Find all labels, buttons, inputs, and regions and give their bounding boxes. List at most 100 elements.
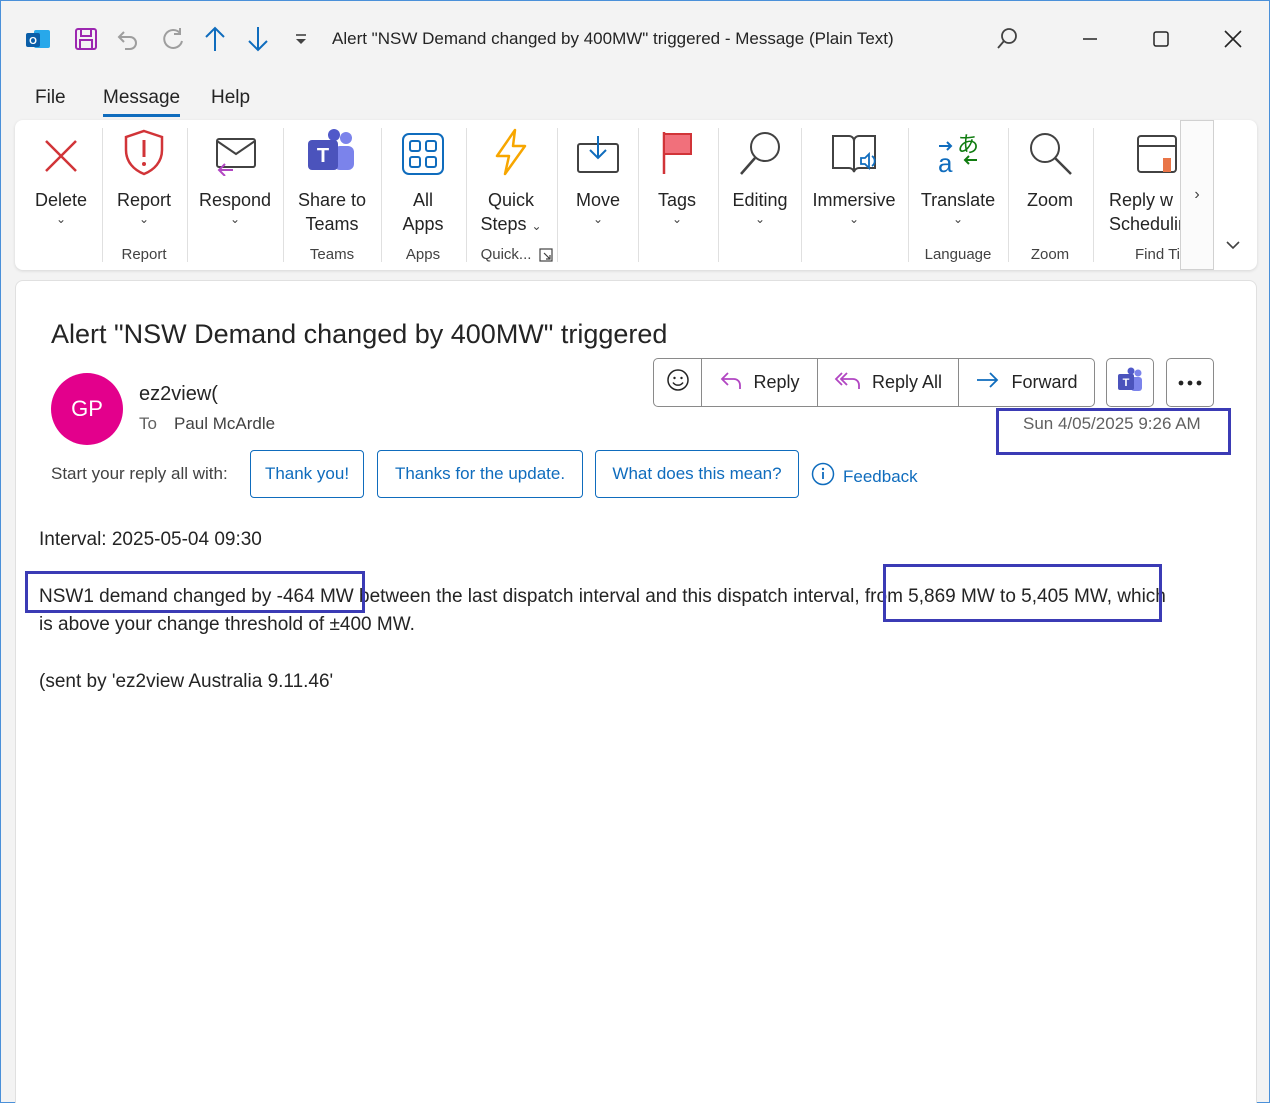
dialog-launcher-icon[interactable] <box>539 248 553 267</box>
info-icon <box>811 462 835 491</box>
forward-icon <box>975 370 1001 395</box>
chevron-down-icon: ⌄ <box>55 212 67 226</box>
reply-all-icon <box>834 369 862 396</box>
undo-icon[interactable] <box>112 21 144 57</box>
chevron-down-icon: ⌄ <box>952 212 964 226</box>
reply-all-label: Reply All <box>871 372 943 392</box>
message-subject: Alert "NSW Demand changed by 400MW" trig… <box>51 319 668 349</box>
lightning-icon <box>491 128 531 182</box>
feedback-label: Feedback <box>843 466 918 486</box>
share-to-teams-label-1: Share to <box>297 190 367 210</box>
reading-pane: Alert "NSW Demand changed by 400MW" trig… <box>15 280 1257 1103</box>
body-between-text: between the last dispatch interval and t… <box>353 586 865 607</box>
svg-text:あ: あ <box>957 133 979 158</box>
tab-file[interactable]: File <box>35 87 66 114</box>
quick-steps-label-2: Steps <box>480 214 527 234</box>
translate-label: Translate <box>920 190 996 210</box>
svg-text:O: O <box>29 36 37 47</box>
report-button[interactable]: Report ⌄ <box>111 128 177 226</box>
outlook-message-window: O Alert "NSW Demand changed by 400MW" tr… <box>0 0 1270 1103</box>
search-icon[interactable] <box>984 17 1030 61</box>
chevron-down-icon: ⌄ <box>754 212 766 226</box>
previous-item-icon[interactable] <box>199 21 231 57</box>
group-quick-steps: Quick... <box>480 246 532 263</box>
title-bar: O Alert "NSW Demand changed by 400MW" tr… <box>1 1 1269 77</box>
chevron-down-icon: ⌄ <box>531 219 542 233</box>
immersive-label: Immersive <box>812 190 896 210</box>
suggested-replies-label: Start your reply all with: <box>51 464 228 483</box>
redo-icon[interactable] <box>157 21 189 57</box>
group-apps: Apps <box>405 246 441 263</box>
recipient-name[interactable]: Paul McArdle <box>174 414 275 434</box>
ribbon: Delete ⌄ Report ⌄ Report Respond ⌄ T Sha… <box>15 120 1257 270</box>
maximize-button[interactable] <box>1138 17 1184 61</box>
reply-label: Reply <box>753 372 800 392</box>
delete-button[interactable]: Delete ⌄ <box>27 128 95 226</box>
tab-message[interactable]: Message <box>103 87 181 117</box>
share-to-teams-button[interactable]: T Share to Teams <box>291 128 373 236</box>
chevron-down-icon: ⌄ <box>138 212 150 226</box>
outlook-icon: O <box>22 21 54 57</box>
group-teams: Teams <box>309 246 355 263</box>
share-to-teams-small-button[interactable]: T <box>1106 358 1154 407</box>
translate-button[interactable]: aあ Translate ⌄ <box>915 128 1001 226</box>
suggested-reply-thanks-for-update[interactable]: Thanks for the update. <box>377 450 583 498</box>
all-apps-button[interactable]: All Apps <box>389 128 457 236</box>
move-button[interactable]: Move ⌄ <box>563 128 633 226</box>
envelope-reply-icon <box>211 134 259 182</box>
suggested-reply-what-does-this-mean[interactable]: What does this mean? <box>595 450 799 498</box>
editing-button[interactable]: Editing ⌄ <box>725 128 795 226</box>
tags-button[interactable]: Tags ⌄ <box>646 128 708 226</box>
reaction-button[interactable] <box>654 359 702 406</box>
chevron-down-icon <box>1225 238 1241 255</box>
teams-icon: T <box>1116 367 1144 398</box>
zoom-label: Zoom <box>1026 190 1073 210</box>
body-line-2: is above your change threshold of ±400 M… <box>39 614 415 635</box>
reply-icon <box>719 369 743 396</box>
editing-search-icon <box>737 130 783 182</box>
save-icon[interactable] <box>70 21 102 57</box>
feedback-link[interactable]: Feedback <box>811 462 918 491</box>
translate-icon: aあ <box>935 130 981 182</box>
minimize-button[interactable] <box>1067 17 1113 61</box>
immersive-reader-icon <box>829 132 879 182</box>
group-find-time: Find Ti <box>1135 246 1181 263</box>
delete-label: Delete <box>34 190 88 210</box>
body-sent-by: (sent by 'ez2view Australia 9.11.46' <box>39 671 334 692</box>
more-icon <box>1177 374 1203 392</box>
immersive-reader-button[interactable]: Immersive ⌄ <box>808 128 900 226</box>
editing-label: Editing <box>732 190 788 210</box>
tab-help[interactable]: Help <box>211 87 250 114</box>
close-button[interactable] <box>1210 17 1256 61</box>
highlight-box-from-to <box>883 564 1162 622</box>
reply-scheduling-label-2: Schedulin <box>1109 214 1185 234</box>
zoom-button[interactable]: Zoom <box>1015 128 1085 212</box>
move-folder-icon <box>575 134 621 182</box>
ribbon-expand-button[interactable] <box>1225 238 1241 256</box>
ribbon-scroll-right-button[interactable]: › <box>1180 120 1214 270</box>
respond-label: Respond <box>198 190 272 210</box>
group-language: Language <box>924 246 992 263</box>
next-item-icon[interactable] <box>242 21 274 57</box>
share-to-teams-label-2: Teams <box>305 214 359 234</box>
message-actions: Reply Reply All Forward <box>653 358 1095 407</box>
customize-quick-access-icon[interactable] <box>285 21 317 57</box>
body-interval: Interval: 2025-05-04 09:30 <box>39 529 262 550</box>
reply-all-button[interactable]: Reply All <box>818 359 959 406</box>
chevron-down-icon: ⌄ <box>671 212 683 226</box>
forward-label: Forward <box>1011 372 1078 392</box>
reply-button[interactable]: Reply <box>702 359 818 406</box>
sender-name[interactable]: ez2view( <box>139 383 223 406</box>
all-apps-label-2: Apps <box>402 214 444 234</box>
quick-steps-button[interactable]: Quick Steps ⌄ <box>471 128 551 236</box>
avatar[interactable]: GP <box>51 373 123 445</box>
more-actions-button[interactable] <box>1166 358 1214 407</box>
respond-button[interactable]: Respond ⌄ <box>195 128 275 226</box>
chevron-down-icon: ⌄ <box>848 212 860 226</box>
reply-with-scheduling-poll-button[interactable]: Reply w Schedulin <box>1105 128 1185 236</box>
calendar-icon <box>1135 130 1179 182</box>
tags-label: Tags <box>657 190 697 210</box>
suggested-reply-thank-you[interactable]: Thank you! <box>250 450 364 498</box>
forward-button[interactable]: Forward <box>959 359 1094 406</box>
reply-scheduling-label-1: Reply w <box>1109 190 1174 210</box>
